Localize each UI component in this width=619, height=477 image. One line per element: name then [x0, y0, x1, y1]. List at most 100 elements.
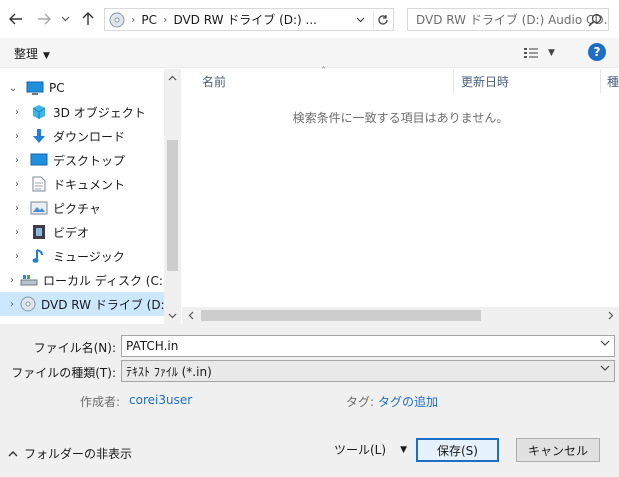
arrow-right-icon — [38, 13, 51, 25]
navigation-pane: ⌄ PC › 3D オブジェクト › ダウンロード › デスクトップ › ドキュ… — [0, 69, 164, 324]
tree-item-documents[interactable]: › ドキュメント — [0, 172, 164, 196]
tree-item-desktop[interactable]: › デスクトップ — [0, 148, 164, 172]
chevron-right-icon[interactable]: › — [10, 155, 24, 166]
chevron-right-icon[interactable]: › — [10, 299, 14, 310]
3d-objects-icon — [30, 104, 48, 120]
tree-item-3d-objects[interactable]: › 3D オブジェクト — [0, 100, 164, 124]
chevron-down-icon — [356, 17, 364, 23]
author-value[interactable]: corei3user — [129, 393, 192, 407]
navigation-pane-scrollbar[interactable] — [164, 69, 181, 324]
tree-item-label: ローカル ディスク (C:) — [43, 273, 164, 288]
chevron-right-icon[interactable]: › — [10, 227, 24, 238]
refresh-button[interactable] — [373, 11, 391, 29]
chevron-up-icon — [168, 75, 177, 80]
refresh-icon — [377, 15, 388, 25]
tree-item-label: 3D オブジェクト — [53, 105, 146, 120]
hide-folders-button[interactable]: フォルダーの非表示 — [8, 445, 132, 462]
chevron-right-icon[interactable]: › — [10, 179, 24, 190]
save-button[interactable]: 保存(S) — [416, 438, 499, 462]
filetype-select[interactable]: ﾃｷｽﾄ ﾌｧｲﾙ (*.in) — [121, 360, 615, 382]
scroll-right-button[interactable] — [602, 307, 619, 324]
breadcrumb-pc[interactable]: PC — [141, 13, 157, 27]
chevron-right-icon[interactable]: › — [10, 107, 24, 118]
chevron-down-icon[interactable]: ⌄ — [6, 83, 20, 94]
chevron-right-icon — [608, 311, 613, 320]
chevron-up-icon — [8, 451, 18, 457]
caret-down-icon: ▼ — [548, 48, 555, 58]
column-divider[interactable] — [453, 69, 454, 93]
organize-menu-button[interactable]: 整理 ▼ — [14, 45, 50, 62]
scroll-up-button[interactable] — [164, 69, 181, 86]
file-list-scrollbar[interactable] — [182, 307, 619, 324]
view-details-icon — [524, 48, 538, 58]
chevron-left-icon — [188, 311, 193, 320]
up-button[interactable] — [78, 9, 98, 29]
chevron-down-icon — [168, 313, 177, 318]
tags-label: タグ: — [346, 395, 375, 409]
column-header-type[interactable]: 種 — [607, 69, 619, 93]
videos-icon — [30, 224, 48, 240]
hide-folders-label: フォルダーの非表示 — [24, 447, 133, 461]
column-header-name[interactable]: 名前 — [202, 69, 452, 93]
chevron-right-icon[interactable]: › — [10, 203, 24, 214]
documents-icon — [30, 176, 48, 192]
organize-label: 整理 — [14, 47, 39, 61]
empty-message: 検索条件に一致する項目はありません。 — [292, 111, 509, 125]
tree-item-label: ダウンロード — [53, 129, 126, 144]
address-row: › PC › DVD RW ドライブ (D:) ... DVD RW ドライブ … — [0, 0, 619, 38]
breadcrumb-drive[interactable]: DVD RW ドライブ (D:) ... — [173, 11, 317, 28]
column-header-label: 更新日時 — [461, 74, 510, 89]
help-icon: ? — [593, 45, 601, 59]
chevron-down-icon[interactable] — [600, 364, 610, 375]
caret-down-icon: ▼ — [43, 51, 50, 61]
search-input[interactable]: DVD RW ドライブ (D:) Audio CD... — [407, 8, 609, 31]
address-bar[interactable]: › PC › DVD RW ドライブ (D:) ... — [104, 8, 394, 31]
filetype-label: ファイルの種類(T): — [11, 366, 116, 380]
tree-item-music[interactable]: › ミュージック — [0, 244, 164, 268]
scroll-down-button[interactable] — [164, 307, 181, 324]
scroll-left-button[interactable] — [182, 307, 199, 324]
tree-item-pictures[interactable]: › ピクチャ — [0, 196, 164, 220]
tree-item-dvd-drive[interactable]: › DVD RW ドライブ (D:) A — [0, 292, 164, 316]
file-list[interactable]: ˄ 名前 更新日時 種 検索条件に一致する項目はありません。 — [182, 66, 619, 307]
recent-locations-button[interactable] — [58, 9, 72, 29]
dvd-drive-icon — [109, 12, 125, 27]
address-history-dropdown[interactable] — [351, 11, 369, 29]
tree-item-local-disk[interactable]: › ローカル ディスク (C:) — [0, 268, 164, 292]
tools-menu-button[interactable]: ツール(L) ▼ — [334, 441, 407, 458]
back-button[interactable] — [6, 9, 26, 29]
toolbar: 整理 ▼ ▼ ? — [0, 38, 619, 68]
tree-item-label: DVD RW ドライブ (D:) A — [41, 297, 164, 312]
tree-item-downloads[interactable]: › ダウンロード — [0, 124, 164, 148]
scroll-thumb[interactable] — [201, 310, 481, 321]
forward-button[interactable] — [34, 9, 54, 29]
tree-item-videos[interactable]: › ビデオ — [0, 220, 164, 244]
search-placeholder: DVD RW ドライブ (D:) Audio CD... — [416, 13, 609, 27]
help-button[interactable]: ? — [588, 43, 606, 61]
download-icon — [30, 128, 48, 144]
tree-item-label: デスクトップ — [53, 153, 126, 168]
scroll-thumb[interactable] — [167, 140, 178, 271]
filename-label: ファイル名(N): — [33, 341, 116, 355]
music-icon — [30, 248, 48, 264]
column-header-modified[interactable]: 更新日時 — [461, 69, 601, 93]
desktop-icon — [30, 152, 48, 168]
change-view-button[interactable]: ▼ — [524, 45, 564, 61]
tree-item-label: ピクチャ — [53, 201, 101, 216]
arrow-left-icon — [9, 13, 22, 25]
arrow-up-icon — [82, 12, 94, 25]
filename-field[interactable]: PATCH.in — [121, 335, 615, 357]
chevron-down-icon[interactable] — [600, 339, 610, 350]
author-label: 作成者: — [80, 395, 121, 409]
chevron-right-icon: › — [163, 13, 168, 26]
cancel-button[interactable]: キャンセル — [516, 438, 600, 462]
tree-item-label: ミュージック — [53, 249, 125, 264]
chevron-right-icon[interactable]: › — [10, 131, 24, 142]
tree-item-pc[interactable]: ⌄ PC — [0, 76, 164, 100]
pictures-icon — [30, 200, 48, 216]
chevron-down-icon — [61, 16, 69, 22]
chevron-right-icon[interactable]: › — [10, 275, 14, 286]
chevron-right-icon[interactable]: › — [10, 251, 24, 262]
tags-add-link[interactable]: タグの追加 — [378, 393, 438, 410]
column-divider[interactable] — [600, 69, 601, 93]
